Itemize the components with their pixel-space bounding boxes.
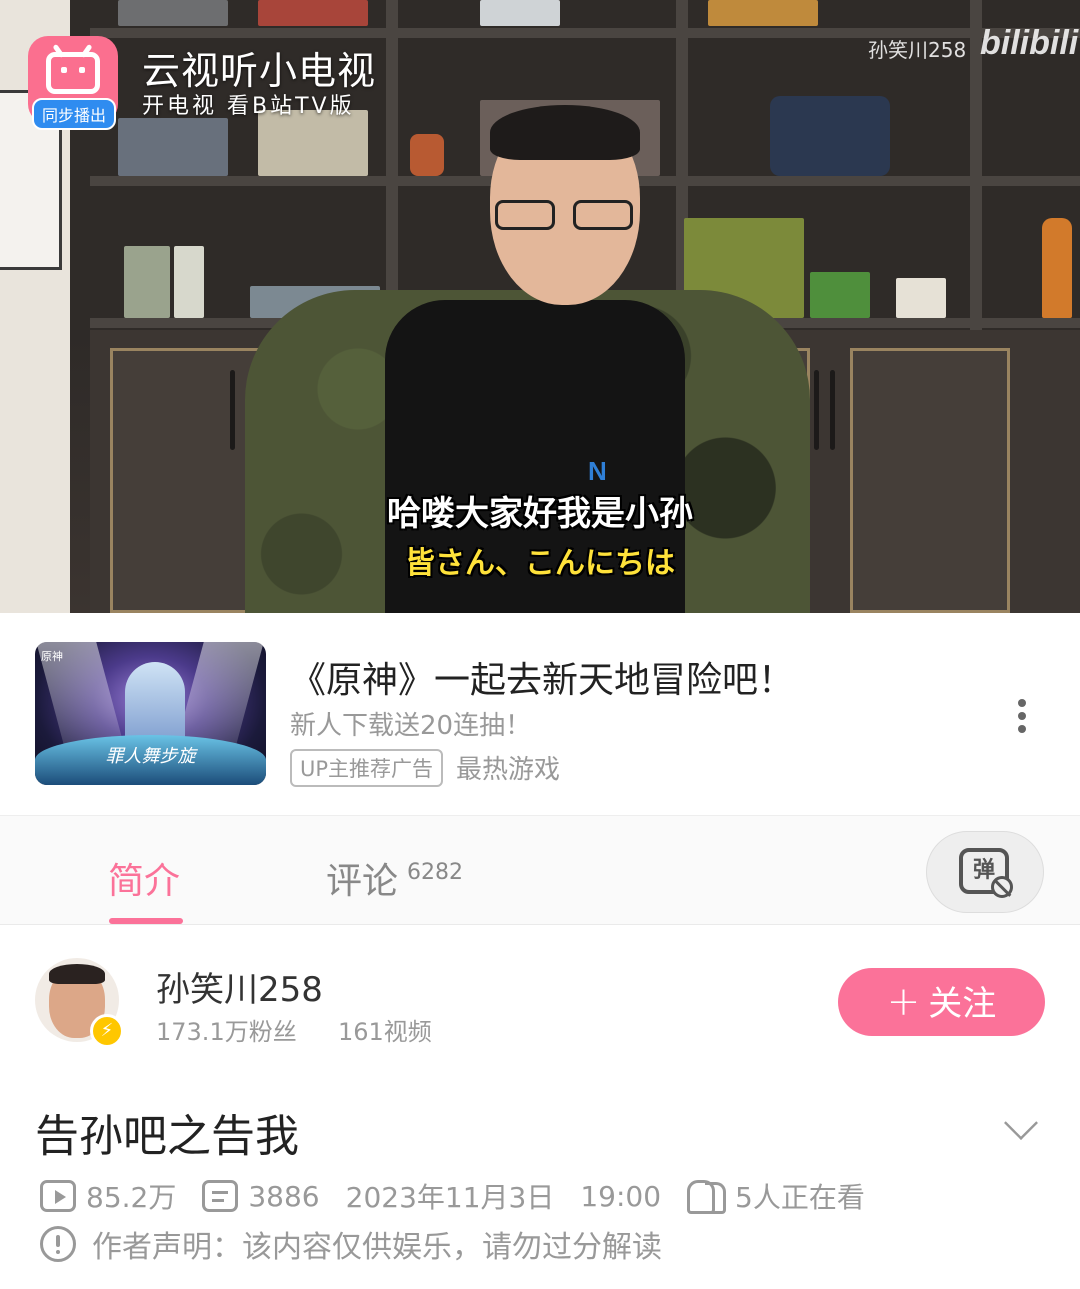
follow-label: 关注: [928, 984, 997, 1024]
danmaku-count-icon: [202, 1180, 239, 1212]
person-glasses: [495, 200, 635, 232]
ad-category: 最热游戏: [456, 755, 561, 785]
danmaku-count: 3886: [248, 1179, 320, 1213]
play-count-icon: [40, 1180, 76, 1212]
ad-subtitle: 新人下载送20连抽！: [290, 711, 532, 741]
follow-button[interactable]: + 关注: [838, 968, 1045, 1036]
more-vertical-icon[interactable]: [1010, 699, 1034, 733]
verified-bolt-icon: ⚡: [90, 1014, 124, 1048]
detail-tabs: 简介 评论 6282 弹: [0, 815, 1080, 925]
watermark-username: 孙笑川258: [868, 38, 967, 62]
author-notice: 作者声明：该内容仅供娱乐，请勿过分解读: [40, 1224, 662, 1265]
ad-label-tag: UP主推荐广告: [290, 749, 444, 787]
comment-count: 6282: [407, 860, 463, 885]
bilibili-logo: bilibili: [980, 24, 1079, 62]
sync-badge: 同步播出: [32, 98, 117, 130]
uploader-videos: 161视频: [338, 1018, 432, 1046]
video-player[interactable]: N 同步播出 云视听小电视 开电视 看B站TV版 孙笑川258 bilibili…: [0, 0, 1080, 613]
tab-active-indicator: [109, 918, 183, 924]
shirt-logo: N: [588, 456, 607, 486]
uploader-stats: 173.1万粉丝 161视频: [156, 1012, 432, 1047]
ad-thumbnail-caption: 罪人舞步旋: [105, 746, 196, 767]
view-count: 85.2万: [86, 1181, 177, 1214]
promo-title: 云视听小电视: [142, 49, 377, 93]
ad-thumbnail[interactable]: 原神 罪人舞步旋: [35, 642, 266, 785]
video-meta: 85.2万 3886 2023年11月3日 19:00 5人正在看: [40, 1176, 865, 1216]
uploader-fans: 173.1万粉丝: [156, 1018, 297, 1046]
viewers-icon: [687, 1180, 727, 1214]
uploader-name[interactable]: 孙笑川258: [156, 962, 323, 1011]
ad-thumbnail-game-tag: 原神: [41, 650, 63, 663]
ad-card[interactable]: 原神 罪人舞步旋 《原神》一起去新天地冒险吧！ 新人下载送20连抽！ UP主推荐…: [0, 613, 1080, 813]
tab-comments[interactable]: 评论: [326, 852, 398, 904]
notice-text: 作者声明：该内容仅供娱乐，请勿过分解读: [92, 1230, 662, 1265]
plus-icon: +: [886, 979, 921, 1025]
subtitle-chinese: 哈喽大家好我是小孙: [387, 494, 693, 534]
chevron-down-icon[interactable]: [1004, 1106, 1038, 1140]
tab-intro[interactable]: 简介: [108, 852, 180, 904]
ad-title[interactable]: 《原神》一起去新天地冒险吧！: [290, 651, 794, 703]
promo-subtitle: 开电视 看B站TV版: [142, 94, 355, 119]
video-title: 告孙吧之告我: [35, 1111, 299, 1162]
notice-icon: [40, 1226, 76, 1262]
publish-time: 19:00: [580, 1179, 662, 1213]
person-hair: [490, 105, 640, 160]
subtitle-japanese: 皆さん、こんにちは: [405, 546, 675, 581]
publish-date: 2023年11月3日: [345, 1181, 555, 1214]
watching-now: 5人正在看: [735, 1181, 865, 1214]
danmaku-toggle-button[interactable]: 弹: [926, 831, 1044, 913]
ban-icon: [991, 876, 1013, 898]
